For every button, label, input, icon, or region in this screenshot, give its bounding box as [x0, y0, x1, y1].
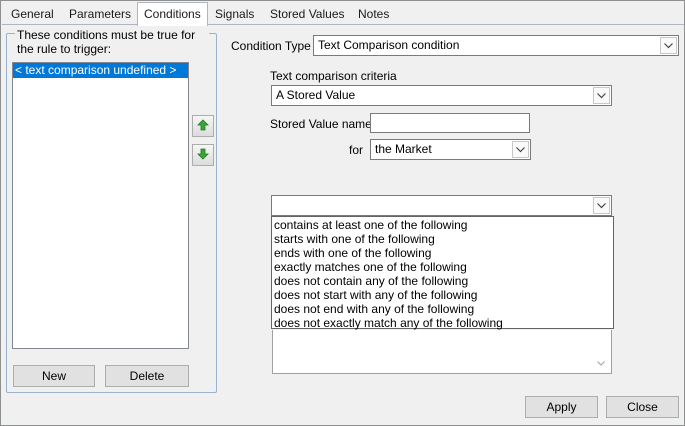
condition-type-label: Condition Type	[231, 39, 311, 53]
dialog-footer: Apply Close	[2, 393, 684, 425]
condition-type-select[interactable]: Text Comparison condition	[313, 35, 679, 56]
list-item[interactable]: does not contain any of the following	[272, 274, 613, 288]
delete-button[interactable]: Delete	[105, 365, 189, 387]
green-arrow-down-icon	[197, 148, 209, 163]
stored-value-name-label: Stored Value name	[270, 117, 372, 131]
for-value: the Market	[375, 142, 432, 156]
criteria-select[interactable]: A Stored Value	[271, 85, 612, 106]
list-item[interactable]: exactly matches one of the following	[272, 260, 613, 274]
tab-notes[interactable]: Notes	[351, 4, 396, 25]
list-item[interactable]: ends with one of the following	[272, 246, 613, 260]
move-down-button[interactable]	[192, 144, 214, 166]
green-arrow-up-icon	[197, 118, 209, 134]
conditions-groupbox: These conditions must be true for the ru…	[6, 28, 217, 393]
apply-button[interactable]: Apply	[525, 396, 598, 418]
tab-bar: General Parameters Conditions Signals St…	[2, 2, 684, 26]
conditions-caption: These conditions must be true for the ru…	[15, 28, 209, 56]
list-item[interactable]: starts with one of the following	[272, 232, 613, 246]
comparison-dropdown-list: contains at least one of the following s…	[271, 216, 614, 330]
tab-signals[interactable]: Signals	[208, 4, 261, 25]
list-item[interactable]: contains at least one of the following	[272, 218, 613, 232]
for-select[interactable]: the Market	[370, 139, 531, 160]
move-up-button[interactable]	[192, 115, 214, 137]
close-button[interactable]: Close	[606, 396, 679, 418]
new-button[interactable]: New	[13, 365, 95, 387]
tab-stored-values[interactable]: Stored Values	[263, 4, 352, 25]
scroll-down-icon[interactable]	[597, 355, 605, 369]
conditions-list[interactable]: < text comparison undefined >	[12, 62, 189, 349]
tab-content-conditions: These conditions must be true for the ru…	[2, 24, 684, 393]
criteria-label: Text comparison criteria	[270, 69, 397, 83]
for-label: for	[349, 143, 364, 157]
stored-value-name-input[interactable]	[370, 113, 530, 133]
list-item[interactable]: does not exactly match any of the follow…	[272, 316, 613, 330]
values-textarea[interactable]	[272, 330, 612, 374]
list-item[interactable]: does not end with any of the following	[272, 302, 613, 316]
rule-editor-window: General Parameters Conditions Signals St…	[0, 0, 685, 426]
list-item[interactable]: does not start with any of the following	[272, 288, 613, 302]
tab-general[interactable]: General	[4, 4, 61, 25]
chevron-down-icon[interactable]	[593, 197, 610, 214]
condition-type-value: Text Comparison condition	[318, 38, 460, 52]
comparison-select[interactable]	[271, 195, 612, 216]
chevron-down-icon[interactable]	[512, 141, 529, 158]
tab-conditions[interactable]: Conditions	[137, 2, 208, 26]
list-item[interactable]: < text comparison undefined >	[13, 63, 188, 78]
tab-parameters[interactable]: Parameters	[62, 4, 138, 25]
chevron-down-icon[interactable]	[593, 87, 610, 104]
criteria-value: A Stored Value	[276, 88, 356, 102]
chevron-down-icon[interactable]	[660, 37, 677, 54]
